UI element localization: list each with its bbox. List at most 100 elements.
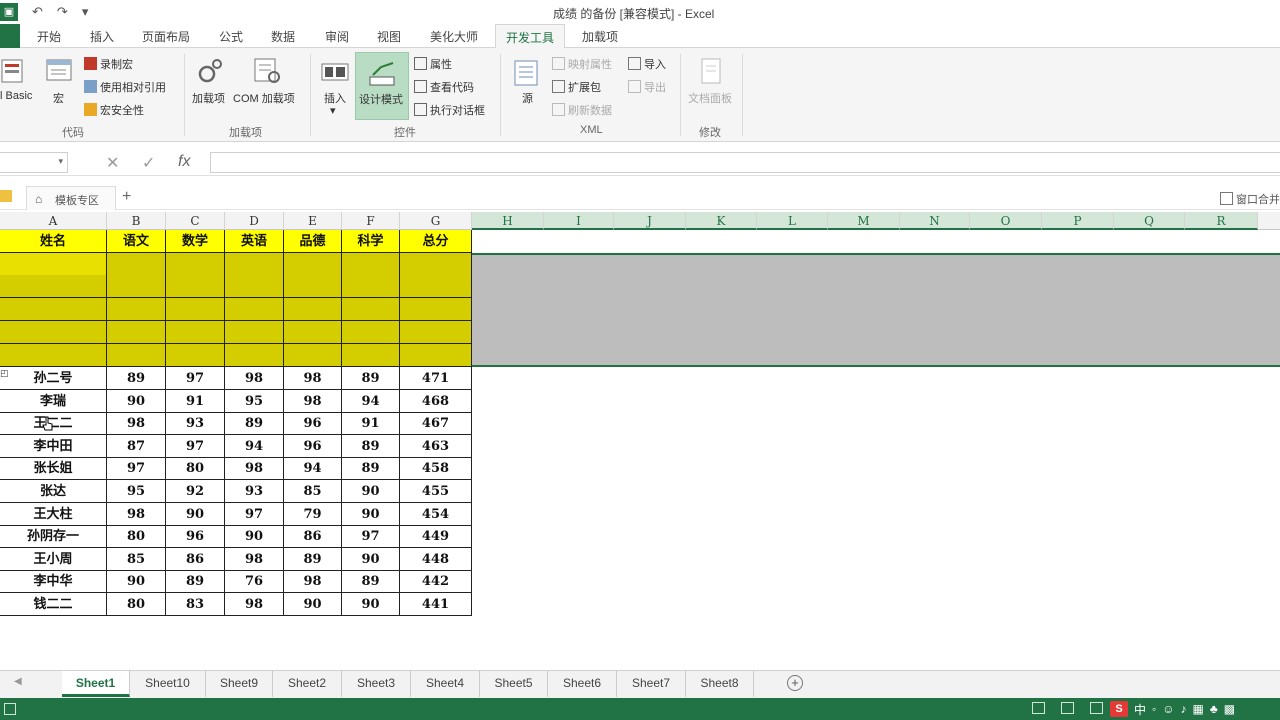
score-cell[interactable]: 89 (342, 457, 400, 480)
selected-range[interactable] (472, 253, 1280, 367)
column-header-M[interactable]: M (828, 212, 900, 230)
score-cell[interactable]: 463 (400, 435, 472, 458)
score-cell[interactable]: 98 (284, 570, 342, 593)
column-header-N[interactable]: N (900, 212, 970, 230)
macro-security-button[interactable]: 宏安全性 (84, 102, 144, 118)
highlighted-empty-cell[interactable] (342, 253, 400, 276)
highlighted-empty-cell[interactable] (225, 344, 284, 367)
highlighted-empty-cell[interactable] (284, 275, 342, 298)
score-cell[interactable]: 94 (284, 457, 342, 480)
score-cell[interactable]: 455 (400, 480, 472, 503)
name-box[interactable]: ▾ (0, 152, 68, 173)
highlighted-empty-cell[interactable] (107, 253, 166, 276)
tab-page-layout[interactable]: 页面布局 (142, 28, 190, 45)
student-name-cell[interactable]: 孙阴存一 (0, 525, 107, 548)
visual-basic-icon[interactable] (0, 56, 30, 86)
macro-label[interactable]: 宏 (53, 90, 64, 106)
column-header-R[interactable]: R (1185, 212, 1258, 230)
template-tab[interactable]: ⌂ 模板专区 (26, 186, 116, 210)
tab-formulas[interactable]: 公式 (219, 28, 243, 45)
score-cell[interactable]: 90 (342, 480, 400, 503)
score-cell[interactable]: 454 (400, 503, 472, 526)
addins-gear-icon[interactable] (195, 56, 225, 86)
score-cell[interactable]: 96 (284, 412, 342, 435)
column-header-I[interactable]: I (544, 212, 614, 230)
score-cell[interactable]: 89 (342, 367, 400, 390)
ime-mode[interactable]: 中 (1134, 701, 1146, 718)
score-cell[interactable]: 448 (400, 548, 472, 571)
sheet-tab[interactable]: Sheet8 (686, 671, 754, 697)
header-cell[interactable]: 科学 (342, 230, 400, 253)
score-cell[interactable]: 92 (166, 480, 225, 503)
score-cell[interactable]: 85 (107, 548, 166, 571)
view-code-button[interactable]: 查看代码 (414, 79, 474, 95)
score-cell[interactable]: 98 (225, 593, 284, 616)
spreadsheet-grid[interactable]: ABCDEFGHIJKLMNOPQR 姓名 孙二号 李瑞 王二二 李中田 张长姐 张达 王大柱… (0, 212, 1280, 668)
name-box-dropdown-icon[interactable]: ▾ (58, 156, 63, 167)
map-properties-button[interactable]: 映射属性 (552, 56, 612, 72)
score-cell[interactable]: 89 (107, 367, 166, 390)
relative-ref-button[interactable]: 使用相对引用 (84, 79, 166, 95)
score-cell[interactable]: 471 (400, 367, 472, 390)
highlighted-empty-cell[interactable] (284, 321, 342, 344)
score-cell[interactable]: 83 (166, 593, 225, 616)
design-mode-button[interactable]: 设计模式 (355, 52, 409, 120)
tab-addins[interactable]: 加载项 (582, 28, 618, 45)
score-cell[interactable]: 467 (400, 412, 472, 435)
score-cell[interactable]: 97 (342, 525, 400, 548)
sheet-tab[interactable]: Sheet5 (480, 671, 548, 697)
column-header-P[interactable]: P (1042, 212, 1114, 230)
tab-insert[interactable]: 插入 (90, 28, 114, 45)
window-merge-button[interactable]: 窗口合并 (1220, 191, 1280, 207)
score-cell[interactable]: 98 (284, 367, 342, 390)
insert-options-icon[interactable]: ◰ (0, 368, 9, 379)
sheet-tab[interactable]: Sheet6 (548, 671, 617, 697)
student-name-cell[interactable]: 孙二号 (0, 367, 107, 390)
sheet-tab[interactable]: Sheet3 (342, 671, 411, 697)
column-header-L[interactable]: L (757, 212, 828, 230)
score-cell[interactable]: 97 (225, 503, 284, 526)
header-cell[interactable]: 姓名 (0, 230, 107, 253)
score-cell[interactable]: 90 (225, 525, 284, 548)
highlighted-empty-cell[interactable] (342, 275, 400, 298)
insert-dropdown-icon[interactable]: ▾ (330, 104, 336, 117)
sheet-tab[interactable]: Sheet7 (617, 671, 686, 697)
column-header-O[interactable]: O (970, 212, 1042, 230)
score-cell[interactable]: 91 (166, 390, 225, 413)
score-cell[interactable]: 458 (400, 457, 472, 480)
document-panel-label[interactable]: 文档面板 (688, 90, 732, 106)
folder-icon[interactable] (0, 190, 12, 202)
highlighted-empty-cell[interactable] (400, 321, 472, 344)
score-cell[interactable]: 98 (107, 412, 166, 435)
student-name-cell[interactable]: 张长姐 (0, 457, 107, 480)
highlighted-empty-cell[interactable] (0, 321, 107, 344)
column-header-H[interactable]: H (472, 212, 544, 230)
tab-review[interactable]: 审阅 (325, 28, 349, 45)
score-cell[interactable]: 97 (166, 367, 225, 390)
score-cell[interactable]: 90 (107, 570, 166, 593)
emoji-icon[interactable]: ☺ (1162, 702, 1174, 716)
redo-icon[interactable]: ↷ (57, 4, 68, 20)
column-header-J[interactable]: J (614, 212, 686, 230)
insert-function-icon[interactable]: fx (178, 153, 190, 171)
highlighted-empty-cell[interactable] (107, 298, 166, 321)
highlighted-empty-cell[interactable] (225, 298, 284, 321)
tab-data[interactable]: 数据 (271, 28, 295, 45)
highlighted-empty-cell[interactable] (0, 298, 107, 321)
score-cell[interactable]: 96 (166, 525, 225, 548)
highlighted-empty-cell[interactable] (166, 321, 225, 344)
student-name-cell[interactable]: 李瑞 (0, 390, 107, 413)
record-macro-button[interactable]: 录制宏 (84, 56, 133, 72)
column-header-B[interactable]: B (107, 212, 166, 230)
highlighted-empty-cell[interactable] (225, 321, 284, 344)
sheet-tab[interactable]: Sheet9 (206, 671, 273, 697)
highlighted-empty-cell[interactable] (107, 344, 166, 367)
score-cell[interactable]: 93 (225, 480, 284, 503)
macro-icon[interactable] (44, 56, 74, 86)
mic-icon[interactable]: ♪ (1181, 702, 1187, 716)
xml-source-label[interactable]: 源 (522, 90, 533, 106)
highlighted-empty-cell[interactable] (0, 275, 107, 298)
highlighted-empty-cell[interactable] (225, 275, 284, 298)
tab-developer[interactable]: 开发工具 (495, 24, 566, 49)
score-cell[interactable]: 86 (166, 548, 225, 571)
